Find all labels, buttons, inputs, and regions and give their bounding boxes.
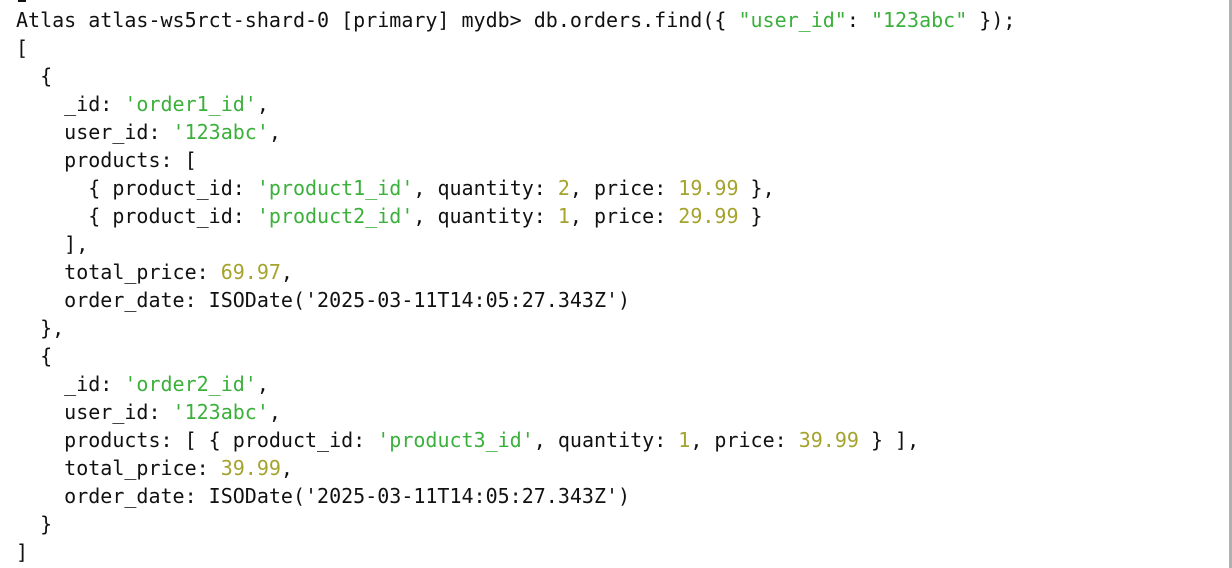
code-text: { (16, 344, 53, 368)
code-text: , quantity: (413, 204, 558, 228)
code-text: , quantity: (533, 428, 679, 452)
number-literal: 39.99 (220, 456, 281, 480)
output-line: { product_id: 'product2_id', quantity: 1… (16, 202, 1015, 230)
code-text: , (280, 456, 293, 480)
code-text: _id: (16, 92, 125, 116)
output-line: total_price: 69.97, (16, 258, 1015, 286)
output-line: ] (16, 538, 1015, 566)
output-line: [ (16, 34, 1015, 62)
code-text: }, (16, 316, 65, 340)
output-line: total_price: 39.99, (16, 454, 1015, 482)
output-line: products: [ { product_id: 'product3_id',… (16, 426, 1015, 454)
number-literal: 2 (557, 176, 570, 200)
output-line: { (16, 62, 1015, 90)
code-text: , (256, 92, 269, 116)
command-line: Atlas atlas-ws5rct-shard-0 [primary] myd… (16, 6, 1015, 34)
code-text: _id: (16, 372, 125, 396)
output-line: { product_id: 'product1_id', quantity: 2… (16, 174, 1015, 202)
number-literal: 39.99 (798, 428, 859, 452)
output-line: _id: 'order2_id', (16, 370, 1015, 398)
code-text: } ], (858, 428, 920, 452)
code-text: , (256, 372, 269, 396)
code-text: , price: (690, 428, 799, 452)
string-literal: 'product2_id' (256, 204, 414, 228)
string-literal: 'order1_id' (124, 92, 257, 116)
code-text: products: [ (16, 148, 197, 172)
code-text: [ (16, 36, 29, 60)
output-line: order_date: ISODate('2025-03-11T14:05:27… (16, 482, 1015, 510)
number-literal: 1 (557, 204, 570, 228)
terminal-window[interactable]: Atlas atlas-ws5rct-shard-0 [primary] myd… (0, 0, 1232, 568)
code-text: user_id: (16, 120, 173, 144)
code-text: order_date: ISODate('2025-03-11T14:05:27… (16, 484, 631, 508)
string-literal: 'product3_id' (377, 428, 534, 452)
output-line: }, (16, 314, 1015, 342)
code-text: products: [ { product_id: (16, 428, 378, 452)
code-text: } (16, 512, 53, 536)
code-text: order_date: ISODate('2025-03-11T14:05:27… (16, 288, 631, 312)
code-text: total_price: (16, 456, 221, 480)
string-literal: '123abc' (172, 120, 269, 144)
code-text: , (268, 400, 281, 424)
code-text: : (846, 8, 871, 32)
string-literal: '123abc' (172, 400, 269, 424)
code-text: ], (16, 232, 89, 256)
string-literal: "123abc" (870, 8, 968, 32)
output-line: order_date: ISODate('2025-03-11T14:05:27… (16, 286, 1015, 314)
string-literal: "user_id" (738, 8, 847, 32)
string-literal: 'order2_id' (124, 372, 257, 396)
string-literal: 'product1_id' (256, 176, 414, 200)
code-text: { (16, 64, 53, 88)
code-text: , price: (569, 204, 679, 228)
code-text: Atlas atlas-ws5rct-shard-0 [primary] myd… (16, 8, 739, 32)
output-line: { (16, 342, 1015, 370)
code-text: , (280, 260, 293, 284)
number-literal: 29.99 (678, 204, 739, 228)
code-text: } (738, 204, 763, 228)
terminal-output: Atlas atlas-ws5rct-shard-0 [primary] myd… (16, 6, 1015, 566)
code-text: , (268, 120, 281, 144)
code-text: user_id: (16, 400, 173, 424)
output-line: _id: 'order1_id', (16, 90, 1015, 118)
output-line: user_id: '123abc', (16, 118, 1015, 146)
output-line: user_id: '123abc', (16, 398, 1015, 426)
code-text: { product_id: (16, 204, 257, 228)
code-text: , quantity: (413, 176, 558, 200)
code-text: { product_id: (16, 176, 257, 200)
code-text: }, (738, 176, 775, 200)
code-text: }); (967, 8, 1016, 32)
output-line: } (16, 510, 1015, 538)
code-text: , price: (569, 176, 679, 200)
output-line: ], (16, 230, 1015, 258)
output-line: products: [ (16, 146, 1015, 174)
number-literal: 69.97 (220, 260, 281, 284)
code-text: total_price: (16, 260, 221, 284)
previous-output-fragment (18, 0, 26, 2)
number-literal: 1 (678, 428, 691, 452)
number-literal: 19.99 (678, 176, 739, 200)
code-text: ] (16, 540, 29, 564)
